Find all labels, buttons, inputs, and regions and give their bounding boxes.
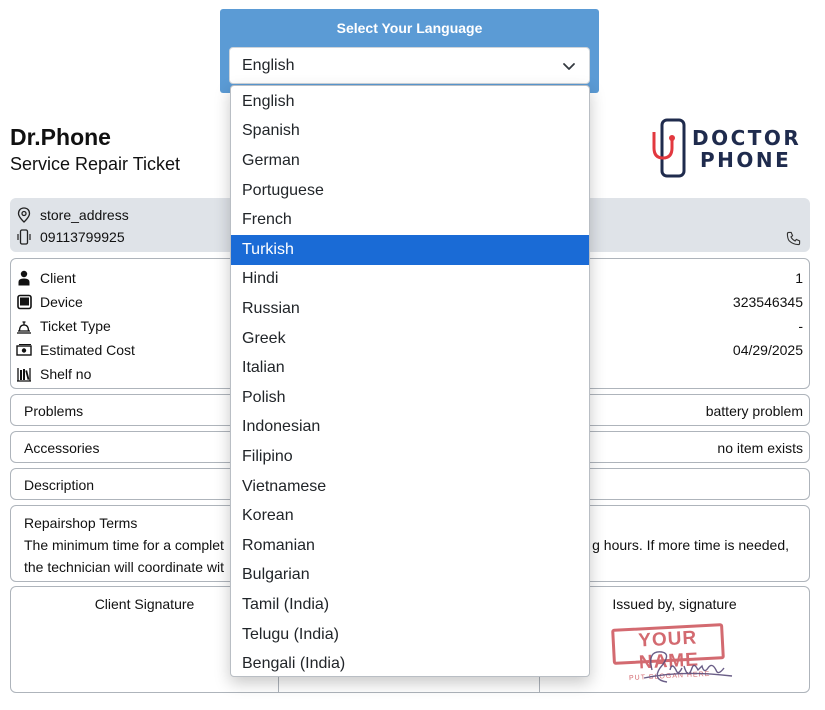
handwritten-signature: [643, 651, 733, 683]
language-option[interactable]: Filipino: [231, 442, 589, 472]
store-address-line: store_address: [16, 207, 129, 223]
problems-value: battery problem: [705, 403, 803, 419]
device-value: 323546345: [732, 294, 803, 310]
cash-icon: [16, 342, 32, 358]
language-option[interactable]: Korean: [231, 501, 589, 531]
logo-wordmark: DOCTOR PHONE: [692, 127, 801, 171]
store-phone: 09113799925: [40, 229, 125, 245]
person-icon: [16, 270, 32, 286]
ticket-subtitle: Service Repair Ticket: [10, 154, 181, 174]
company-name: Dr.Phone: [10, 124, 111, 150]
info-row-ticket-type: Ticket Type: [16, 318, 111, 334]
terms-text-line1-end: g hours. If more time is needed,: [592, 537, 789, 553]
description-label: Description: [24, 477, 95, 493]
language-option[interactable]: Italian: [231, 353, 589, 383]
client-value: 1: [795, 270, 803, 286]
language-option[interactable]: Greek: [231, 324, 589, 354]
accessories-value: no item exists: [717, 440, 803, 456]
client-label: Client: [40, 270, 76, 286]
device-label: Device: [40, 294, 83, 310]
language-option[interactable]: Vietnamese: [231, 472, 589, 502]
store-phone-line: 09113799925: [16, 229, 125, 245]
language-option[interactable]: Tamil (India): [231, 590, 589, 620]
problems-label: Problems: [24, 403, 84, 419]
accessories-label: Accessories: [24, 440, 100, 456]
store-address: store_address: [40, 207, 129, 223]
info-row-client: Client: [16, 270, 76, 286]
chevron-down-icon: [563, 63, 575, 70]
logo-line-1: DOCTOR: [692, 126, 802, 150]
language-panel-title: Select Your Language: [336, 20, 483, 36]
language-option[interactable]: Telugu (India): [231, 620, 589, 650]
language-option[interactable]: Portuguese: [231, 176, 589, 206]
logo-line-2: PHONE: [700, 148, 792, 172]
mobile-vibrate-icon: [16, 229, 32, 245]
language-option[interactable]: Spanish: [231, 117, 589, 147]
language-option[interactable]: Hindi: [231, 265, 589, 295]
language-option[interactable]: Romanian: [231, 531, 589, 561]
language-select[interactable]: English: [229, 47, 590, 84]
shelf-label: Shelf no: [40, 366, 92, 382]
info-row-estimated-cost: Estimated Cost: [16, 342, 135, 358]
ticket-type-label: Ticket Type: [40, 318, 111, 334]
terms-text-line2-start: the technician will coordinate wit: [24, 559, 224, 575]
phone-stethoscope-icon: [652, 118, 686, 178]
language-option[interactable]: German: [231, 146, 589, 176]
language-option-highlighted[interactable]: Turkish: [231, 235, 589, 265]
estimated-cost-label: Estimated Cost: [40, 342, 135, 358]
language-option[interactable]: Indonesian: [231, 413, 589, 443]
location-pin-icon: [16, 207, 32, 223]
telephone-icon[interactable]: [785, 230, 801, 246]
info-row-device: Device: [16, 294, 83, 310]
ticket-type-value: -: [798, 318, 803, 334]
terms-text-line1-start: The minimum time for a complet: [24, 537, 224, 553]
language-option[interactable]: English: [231, 87, 589, 117]
language-panel: Select Your Language English: [220, 9, 599, 93]
company-header: Dr.Phone Service Repair Ticket: [10, 124, 180, 175]
estimated-cost-value: 04/29/2025: [732, 342, 803, 358]
tablet-icon: [16, 294, 32, 310]
language-dropdown-list: English Spanish German Portuguese French…: [230, 85, 590, 677]
bell-icon: [16, 318, 32, 334]
info-row-shelf: Shelf no: [16, 366, 91, 382]
language-option[interactable]: Bulgarian: [231, 561, 589, 591]
language-option[interactable]: French: [231, 205, 589, 235]
doctor-phone-logo: DOCTOR PHONE: [650, 118, 810, 182]
language-option[interactable]: Russian: [231, 294, 589, 324]
terms-title: Repairshop Terms: [24, 515, 138, 531]
language-selected-value: English: [242, 56, 295, 74]
shelf-icon: [16, 366, 32, 382]
language-option[interactable]: Bengali (India): [231, 649, 589, 676]
language-option[interactable]: Polish: [231, 383, 589, 413]
